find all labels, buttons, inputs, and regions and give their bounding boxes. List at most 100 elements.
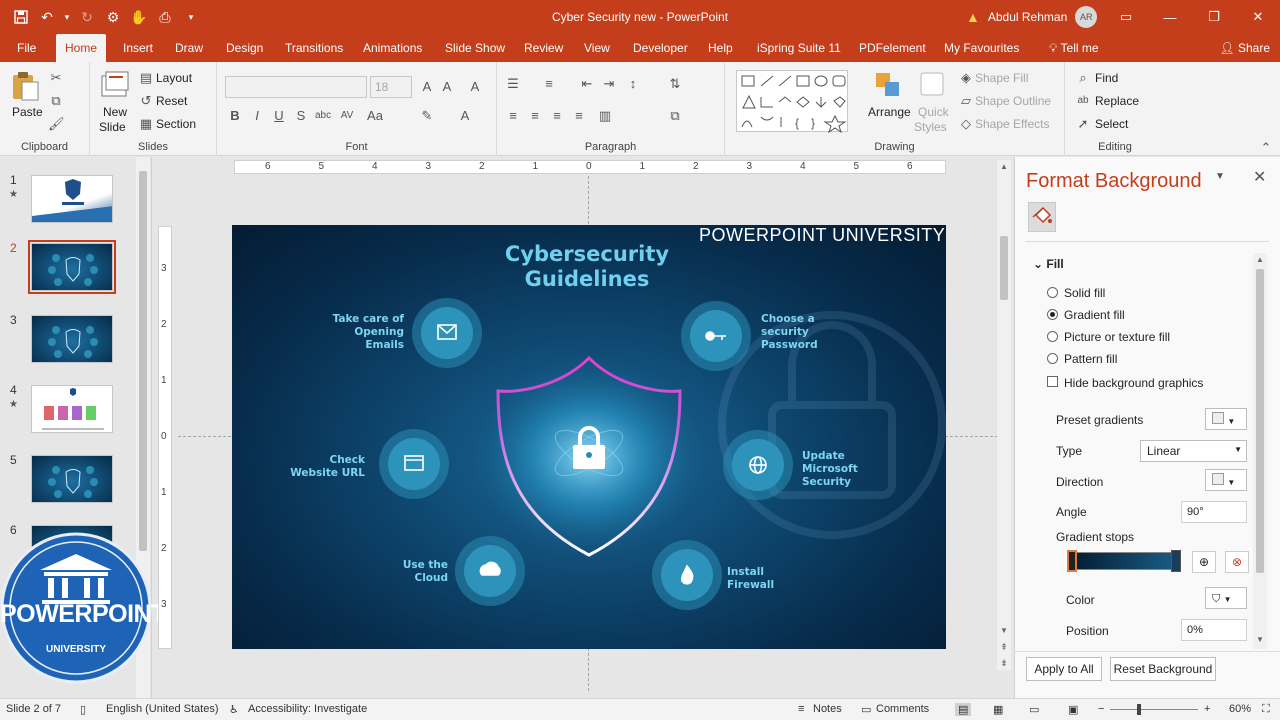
- layout-button[interactable]: Layout: [156, 71, 192, 85]
- slide-thumbnail-5[interactable]: [31, 455, 113, 503]
- tab-transitions[interactable]: Transitions: [276, 34, 352, 62]
- scroll-down-icon[interactable]: ▼: [1253, 635, 1267, 644]
- select-button[interactable]: Select: [1095, 117, 1128, 131]
- columns-icon[interactable]: ▥: [597, 108, 613, 124]
- shape-outline-icon[interactable]: ▱: [958, 93, 974, 109]
- paste-icon[interactable]: [10, 70, 42, 102]
- label-emails[interactable]: Take care of Opening Emails: [324, 313, 404, 352]
- reset-button[interactable]: Reset: [156, 94, 187, 108]
- scroll-down-icon[interactable]: ▼: [997, 626, 1011, 635]
- tab-developer[interactable]: Developer: [624, 34, 697, 62]
- bullets-icon[interactable]: ☰: [505, 76, 521, 92]
- minimize-icon[interactable]: —: [1148, 0, 1192, 34]
- cut-icon[interactable]: ✂: [48, 70, 64, 86]
- close-pane-icon[interactable]: ✕: [1253, 167, 1266, 187]
- new-slide-icon[interactable]: [100, 70, 132, 102]
- remove-stop-icon[interactable]: ⊗: [1225, 551, 1249, 573]
- previous-slide-icon[interactable]: ⇞: [997, 642, 1011, 653]
- tab-file[interactable]: File: [8, 34, 45, 62]
- char-spacing-icon[interactable]: AV: [339, 108, 355, 124]
- section-icon[interactable]: ▦: [138, 116, 154, 132]
- gradient-stops-bar[interactable]: [1071, 552, 1179, 570]
- pattern-fill-radio[interactable]: [1047, 353, 1058, 364]
- align-left-icon[interactable]: ≡: [505, 108, 521, 124]
- select-cursor-icon[interactable]: ➚: [1075, 116, 1091, 132]
- accessibility-status[interactable]: Accessibility: Investigate: [248, 703, 367, 715]
- restore-icon[interactable]: ❐: [1192, 0, 1236, 34]
- tab-home[interactable]: Home: [56, 34, 107, 62]
- touch-mode-icon[interactable]: ✋: [128, 6, 150, 28]
- pane-scroll-thumb[interactable]: [1256, 269, 1264, 573]
- picture-fill-label[interactable]: Picture or texture fill: [1064, 330, 1170, 344]
- arrange-button[interactable]: Arrange: [868, 105, 911, 119]
- tab-view[interactable]: View: [575, 34, 619, 62]
- add-stop-icon[interactable]: ⊕: [1192, 551, 1216, 573]
- format-painter-icon[interactable]: 🖌︎: [48, 116, 65, 132]
- pane-scrollbar[interactable]: ▲ ▼: [1253, 253, 1267, 649]
- tab-slide-show[interactable]: Slide Show: [436, 34, 514, 62]
- close-icon[interactable]: ✕: [1236, 0, 1280, 34]
- vertical-ruler[interactable]: 3 2 1 0 1 2 3: [158, 226, 172, 649]
- smartart-icon[interactable]: ⧉: [667, 108, 683, 124]
- gradient-fill-label[interactable]: Gradient fill: [1064, 308, 1125, 322]
- pane-options-icon[interactable]: ▼: [1215, 171, 1225, 182]
- comments-button[interactable]: Comments: [876, 703, 929, 715]
- language-indicator[interactable]: English (United States): [106, 703, 219, 715]
- apply-to-all-button[interactable]: Apply to All: [1026, 657, 1102, 681]
- numbering-icon[interactable]: ≡: [541, 76, 557, 92]
- user-area[interactable]: ▲ Abdul Rehman AR: [966, 6, 1098, 28]
- text-direction-icon[interactable]: ⇅: [667, 76, 683, 92]
- quick-styles-icon[interactable]: [918, 70, 950, 102]
- user-name[interactable]: Abdul Rehman: [988, 10, 1067, 24]
- section-button[interactable]: Section: [156, 117, 196, 131]
- copy-icon[interactable]: ⧉: [48, 93, 64, 109]
- slide-brand-text[interactable]: POWERPOINT UNIVERSITY: [699, 225, 946, 246]
- angle-spinner[interactable]: 90°: [1181, 501, 1247, 523]
- shadow-icon[interactable]: S: [293, 108, 309, 124]
- direction-dropdown[interactable]: ▼: [1205, 469, 1247, 491]
- slide-counter[interactable]: Slide 2 of 7: [6, 703, 61, 715]
- tab-my-favourites[interactable]: My Favourites: [935, 34, 1028, 62]
- undo-icon[interactable]: ↶: [36, 6, 58, 28]
- warning-icon[interactable]: ▲: [966, 9, 980, 25]
- paste-label[interactable]: Paste: [12, 105, 43, 119]
- italic-icon[interactable]: I: [249, 108, 265, 124]
- thumbnail-scroll-thumb[interactable]: [139, 171, 147, 551]
- position-spinner[interactable]: 0%: [1181, 619, 1247, 641]
- increase-indent-icon[interactable]: ⇥: [601, 76, 617, 92]
- zoom-level[interactable]: 60%: [1229, 703, 1251, 715]
- shape-fill-button[interactable]: Shape Fill: [975, 71, 1028, 85]
- decrease-indent-icon[interactable]: ⇤: [579, 76, 595, 92]
- solid-fill-label[interactable]: Solid fill: [1064, 286, 1105, 300]
- tab-pdfelement[interactable]: PDFelement: [850, 34, 935, 62]
- slide-canvas[interactable]: POWERPOINT UNIVERSITY Cybersecurity Guid…: [232, 225, 946, 649]
- slide-thumbnail-3[interactable]: [31, 315, 113, 363]
- scroll-up-icon[interactable]: ▲: [1253, 255, 1267, 264]
- shape-effects-icon[interactable]: ◇: [958, 116, 974, 132]
- search-icon[interactable]: ⌕: [1075, 70, 1091, 86]
- slide-thumbnail-4[interactable]: [31, 385, 113, 433]
- new-slide-label-1[interactable]: New: [103, 105, 127, 119]
- avatar[interactable]: AR: [1075, 6, 1098, 28]
- bold-icon[interactable]: B: [227, 108, 243, 124]
- change-case-icon[interactable]: Aa: [367, 108, 383, 124]
- shape-fill-icon[interactable]: ◈: [958, 70, 974, 86]
- quick-styles-label-2[interactable]: Styles: [914, 120, 947, 134]
- align-right-icon[interactable]: ≡: [549, 108, 565, 124]
- slide-thumbnail-1[interactable]: [31, 175, 113, 223]
- notes-button[interactable]: Notes: [813, 703, 842, 715]
- align-center-icon[interactable]: ≡: [527, 108, 543, 124]
- notes-icon[interactable]: ≡: [798, 703, 804, 715]
- paint-bucket-icon[interactable]: [1028, 202, 1056, 232]
- label-firewall[interactable]: Install Firewall: [727, 566, 797, 592]
- underline-icon[interactable]: U: [271, 108, 287, 124]
- slideshow-icon[interactable]: ▣: [1068, 703, 1078, 716]
- solid-fill-radio[interactable]: [1047, 287, 1058, 298]
- reset-background-button[interactable]: Reset Background: [1110, 657, 1216, 681]
- share-button[interactable]: 👤︎ Share: [1219, 34, 1270, 62]
- tab-insert[interactable]: Insert: [114, 34, 162, 62]
- color-picker[interactable]: ⛉ ▼: [1205, 587, 1247, 609]
- hide-bg-checkbox[interactable]: [1047, 376, 1058, 387]
- justify-icon[interactable]: ≡: [571, 108, 587, 124]
- normal-view-icon[interactable]: ▤: [955, 703, 972, 716]
